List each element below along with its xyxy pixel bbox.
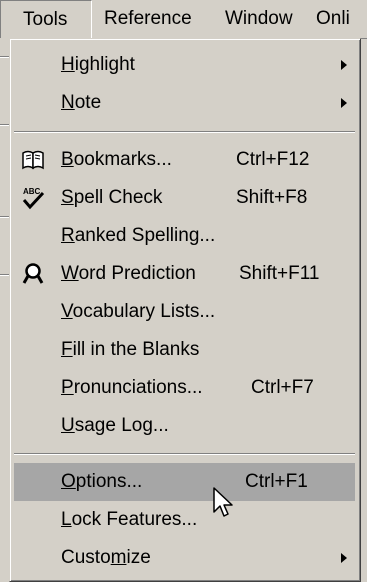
menu-online[interactable]: Onli bbox=[316, 0, 350, 38]
menu-item-label: Word Prediction bbox=[61, 263, 196, 284]
menu-item-note[interactable]: Note bbox=[14, 84, 355, 122]
menu-item-label: Highlight bbox=[61, 54, 135, 75]
menu-item-label: Lock Features... bbox=[61, 509, 198, 530]
menu-item-lock-features[interactable]: Lock Features... bbox=[14, 501, 355, 539]
menu-item-label: Fill in the Blanks bbox=[61, 339, 200, 360]
submenu-arrow-icon bbox=[341, 60, 347, 70]
menu-item-shortcut: Shift+F11 bbox=[239, 263, 320, 284]
menu-item-shortcut: Ctrl+F1 bbox=[245, 471, 308, 492]
submenu-arrow-icon bbox=[341, 553, 347, 563]
menu-item-ranked-spelling[interactable]: Ranked Spelling... bbox=[14, 217, 355, 255]
menu-item-label: Spell Check bbox=[61, 187, 163, 208]
menu-item-highlight[interactable]: Highlight bbox=[14, 46, 355, 84]
book-icon bbox=[22, 150, 44, 170]
menu-item-pronunciations[interactable]: Pronunciations... Ctrl+F7 bbox=[14, 369, 355, 407]
tools-dropdown-menu: Highlight Note Bookmarks... Ctrl+F12 ABC… bbox=[9, 38, 361, 582]
spell-check-icon: ABC bbox=[22, 187, 45, 210]
menu-window[interactable]: Window bbox=[225, 0, 293, 38]
menu-reference[interactable]: Reference bbox=[104, 0, 192, 38]
menu-item-word-prediction[interactable]: Word Prediction Shift+F11 bbox=[14, 255, 355, 293]
submenu-arrow-icon bbox=[341, 98, 347, 108]
menu-item-options[interactable]: Options... Ctrl+F1 bbox=[14, 463, 355, 501]
menu-item-label: Vocabulary Lists... bbox=[61, 301, 216, 322]
menu-item-vocabulary-lists[interactable]: Vocabulary Lists... bbox=[14, 293, 355, 331]
menu-item-shortcut: Shift+F8 bbox=[236, 187, 308, 208]
menu-item-usage-log[interactable]: Usage Log... bbox=[14, 407, 355, 445]
menu-item-label: Ranked Spelling... bbox=[61, 225, 216, 246]
menu-tools[interactable]: Tools bbox=[0, 0, 92, 38]
menu-item-label: Customize bbox=[61, 547, 151, 568]
menu-item-label: Pronunciations... bbox=[61, 377, 203, 398]
menu-item-label: Bookmarks... bbox=[61, 149, 172, 170]
menu-item-fill-in-the-blanks[interactable]: Fill in the Blanks bbox=[14, 331, 355, 369]
menu-item-shortcut: Ctrl+F12 bbox=[236, 149, 310, 170]
menu-item-shortcut: Ctrl+F7 bbox=[251, 377, 314, 398]
svg-text:ABC: ABC bbox=[23, 187, 41, 196]
menu-item-label: Note bbox=[61, 92, 102, 113]
menu-item-customize[interactable]: Customize bbox=[14, 539, 355, 577]
mouse-pointer-icon bbox=[213, 487, 233, 517]
magnifier-icon bbox=[22, 263, 44, 284]
menu-item-spell-check[interactable]: ABC Spell Check Shift+F8 bbox=[14, 179, 355, 217]
menu-item-label: Usage Log... bbox=[61, 415, 169, 436]
menu-item-label: Options... bbox=[61, 471, 143, 492]
menu-bar: Tools Reference Window Onli bbox=[0, 0, 367, 39]
menu-item-bookmarks[interactable]: Bookmarks... Ctrl+F12 bbox=[14, 141, 355, 179]
menu-separator bbox=[14, 453, 355, 455]
menu-separator bbox=[14, 131, 355, 133]
